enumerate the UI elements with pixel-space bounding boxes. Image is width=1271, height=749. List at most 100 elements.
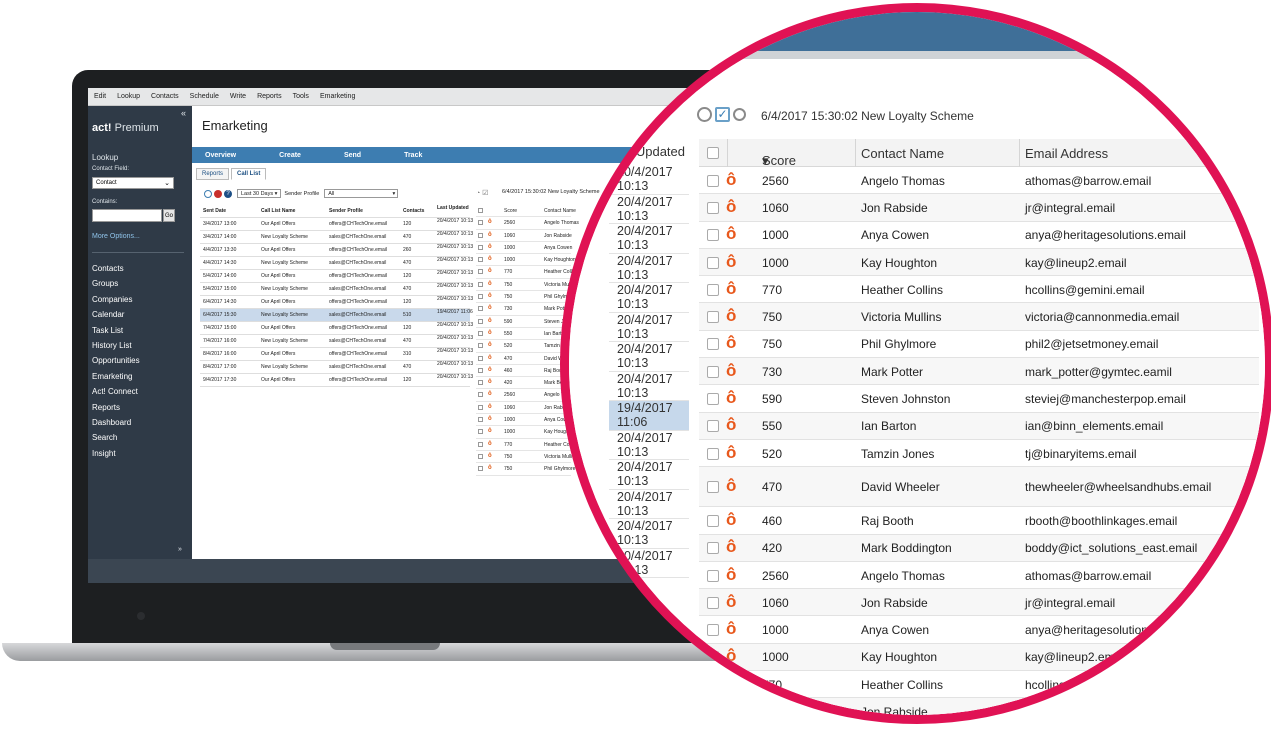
table-row[interactable]: ô 1000 Kay Houghton kay@lineup2.email (699, 643, 1259, 672)
list-item[interactable]: ô 1060 Jon Rabside (476, 402, 572, 415)
table-row[interactable]: ô 420 Mark Boddington boddy@ict_solutions_e… (699, 534, 1259, 562)
table-row[interactable]: ô 1060 Jon Rabside jr@integral.email (699, 589, 1259, 617)
sidebar-item-reports[interactable]: Reports (92, 400, 140, 415)
list-item[interactable]: ô 750 Victoria Mullins (476, 451, 578, 464)
row-checkbox[interactable] (707, 624, 719, 637)
table-row[interactable]: ô 470 David Wheeler thewheeler@wheelsandhub… (699, 467, 1259, 508)
table-row[interactable]: ô Jon Rabside (699, 698, 1259, 715)
more-options-link[interactable]: More Options... (92, 233, 140, 240)
row-checkbox[interactable] (478, 306, 483, 312)
column-header[interactable]: Contacts (403, 208, 424, 214)
contains-input[interactable] (92, 209, 162, 222)
table-row[interactable]: 7/4/2017 16:00 New Loyalty Scheme sales@CH… (200, 335, 473, 348)
tab-create[interactable]: Create (279, 152, 301, 159)
table-row[interactable]: ô 1000 Anya Cowen anya@heritagesolutions.em… (699, 222, 1259, 249)
table-row[interactable]: ô 730 Mark Potter mark_potter@gymtec.eamil (699, 358, 1259, 386)
row-checkbox[interactable] (478, 441, 483, 447)
list-item[interactable]: ô 750 Phil Ghylmore (476, 291, 575, 304)
tab-overview[interactable]: Overview (205, 152, 236, 159)
menu-item-lookup[interactable]: Lookup (117, 93, 140, 100)
table-row[interactable]: 3/4/2017 14:00 New Loyalty Scheme sales@CH… (200, 231, 473, 244)
list-item[interactable]: ô 750 Victoria Mullins (476, 279, 578, 292)
row-checkbox[interactable] (478, 355, 483, 361)
row-checkbox[interactable] (478, 220, 483, 226)
row-checkbox[interactable] (707, 705, 719, 715)
date-range-select[interactable]: Last 30 Days ▾ (237, 189, 282, 198)
row-checkbox[interactable] (478, 318, 483, 324)
list-item[interactable]: ô 550 Ian Barton (476, 328, 571, 341)
table-row[interactable]: ô 590 Steven Johnston steviej@manchesterpop… (699, 385, 1259, 413)
menu-item-reports[interactable]: Reports (257, 93, 282, 100)
row-checkbox[interactable] (478, 417, 483, 423)
expand-icon[interactable]: » (178, 546, 182, 553)
sidebar-item-contacts[interactable]: Contacts (92, 261, 140, 276)
list-item[interactable]: ô 1000 Kay Houghton (476, 426, 576, 439)
table-row[interactable]: 3/4/2017 13:00 Our April Offers offers@CHT… (200, 218, 473, 231)
list-item[interactable]: ô 520 Tamzin Jones (476, 340, 575, 353)
column-header[interactable]: Last Updated (437, 206, 469, 211)
checkbox-icon[interactable]: ✓ (715, 107, 730, 122)
email-address-header[interactable]: Email Address (1025, 146, 1108, 161)
list-item[interactable]: ô 1000 Kay Houghton (476, 254, 576, 267)
sidebar-item-dashboard[interactable]: Dashboard (92, 415, 140, 430)
list-item[interactable]: ô470David Wheeler (476, 353, 577, 365)
table-row[interactable]: 4/4/2017 13:30 Our April Offers offers@CHT… (200, 244, 473, 257)
row-checkbox[interactable] (707, 514, 719, 527)
menu-item-write[interactable]: Write (230, 93, 246, 100)
go-button[interactable]: Go (163, 209, 175, 222)
list-item[interactable]: ô 460 Raj Booth (476, 365, 571, 378)
select-all-checkbox[interactable] (707, 147, 719, 159)
table-row[interactable]: ô 2560 Angelo Thomas athomas@barrow.email (699, 167, 1259, 195)
row-checkbox[interactable] (478, 453, 483, 459)
row-checkbox[interactable] (478, 466, 483, 472)
score-header[interactable]: Score (504, 208, 517, 214)
row-checkbox[interactable] (478, 294, 483, 300)
row-checkbox[interactable] (707, 596, 719, 609)
table-row[interactable]: 6/4/2017 15:30 New Loyalty Scheme sales@CH… (200, 309, 473, 322)
list-item[interactable]: ô 730 Mark Potter (476, 303, 571, 316)
table-row[interactable]: ô 460 Raj Booth rbooth@boothlinkages.email (699, 507, 1259, 535)
row-checkbox[interactable] (707, 283, 719, 296)
help-icon[interactable]: ? (224, 189, 232, 198)
table-row[interactable]: ô 750 Victoria Mullins victoria@cannonmedia… (699, 303, 1259, 331)
list-item[interactable]: ô 1000 Anya Cowen (476, 414, 572, 427)
table-row[interactable]: 5/4/2017 14:00 Our April Offers offers@CHT… (200, 270, 473, 283)
row-checkbox[interactable] (707, 393, 719, 406)
row-checkbox[interactable] (478, 367, 483, 373)
row-checkbox[interactable] (707, 365, 719, 378)
sidebar-item-search[interactable]: Search (92, 430, 140, 445)
row-checkbox[interactable] (478, 392, 483, 398)
row-checkbox[interactable] (707, 481, 719, 494)
table-row[interactable]: ô 2560 Angelo Thomas athomas@barrow.email (699, 562, 1259, 590)
stop-icon[interactable] (214, 189, 222, 198)
refresh-icon[interactable] (204, 189, 212, 198)
table-row[interactable]: ô 1060 Jon Rabside jr@integral.email (699, 194, 1259, 222)
row-checkbox[interactable] (478, 269, 483, 275)
list-item[interactable]: ô590Steven Johnston (476, 316, 581, 328)
tab-call-list[interactable]: Call List (231, 168, 267, 180)
tab-reports[interactable]: Reports (196, 168, 230, 180)
column-header[interactable]: Call List Name (261, 208, 295, 214)
table-row[interactable]: ô 770 Heather Collins hcollins@gemini.email (699, 671, 1259, 699)
sidebar-item-insight[interactable]: Insight (92, 446, 140, 461)
table-row[interactable]: 4/4/2017 14:30 New Loyalty Scheme sales@CH… (200, 257, 473, 270)
list-item[interactable]: ô420Mark Boddington (476, 377, 582, 390)
sidebar-item-companies[interactable]: Companies (92, 292, 140, 307)
sidebar-item-act-connect[interactable]: Act! Connect (92, 384, 140, 399)
menu-item-emarketing[interactable]: Emarketing (320, 93, 355, 100)
list-item[interactable]: ô2560Angelo Thomas (476, 389, 579, 402)
row-checkbox[interactable] (707, 678, 719, 691)
row-checkbox[interactable] (707, 256, 719, 269)
row-checkbox[interactable] (478, 257, 483, 263)
menu-item-schedule[interactable]: Schedule (190, 93, 219, 100)
row-checkbox[interactable] (478, 330, 483, 336)
row-checkbox[interactable] (707, 569, 719, 582)
sidebar-item-history-list[interactable]: History List (92, 338, 140, 353)
row-checkbox[interactable] (478, 343, 483, 349)
row-checkbox[interactable] (478, 281, 483, 287)
table-row[interactable]: 6/4/2017 14:30 Our April Offers offers@CHT… (200, 296, 473, 309)
menu-item-contacts[interactable]: Contacts (151, 93, 179, 100)
list-item[interactable]: ô2560Angelo Thomas (476, 217, 579, 230)
table-row[interactable]: ô 520 Tamzin Jones tj@binaryitems.email (699, 440, 1259, 468)
sidebar-item-task-list[interactable]: Task List (92, 323, 140, 338)
